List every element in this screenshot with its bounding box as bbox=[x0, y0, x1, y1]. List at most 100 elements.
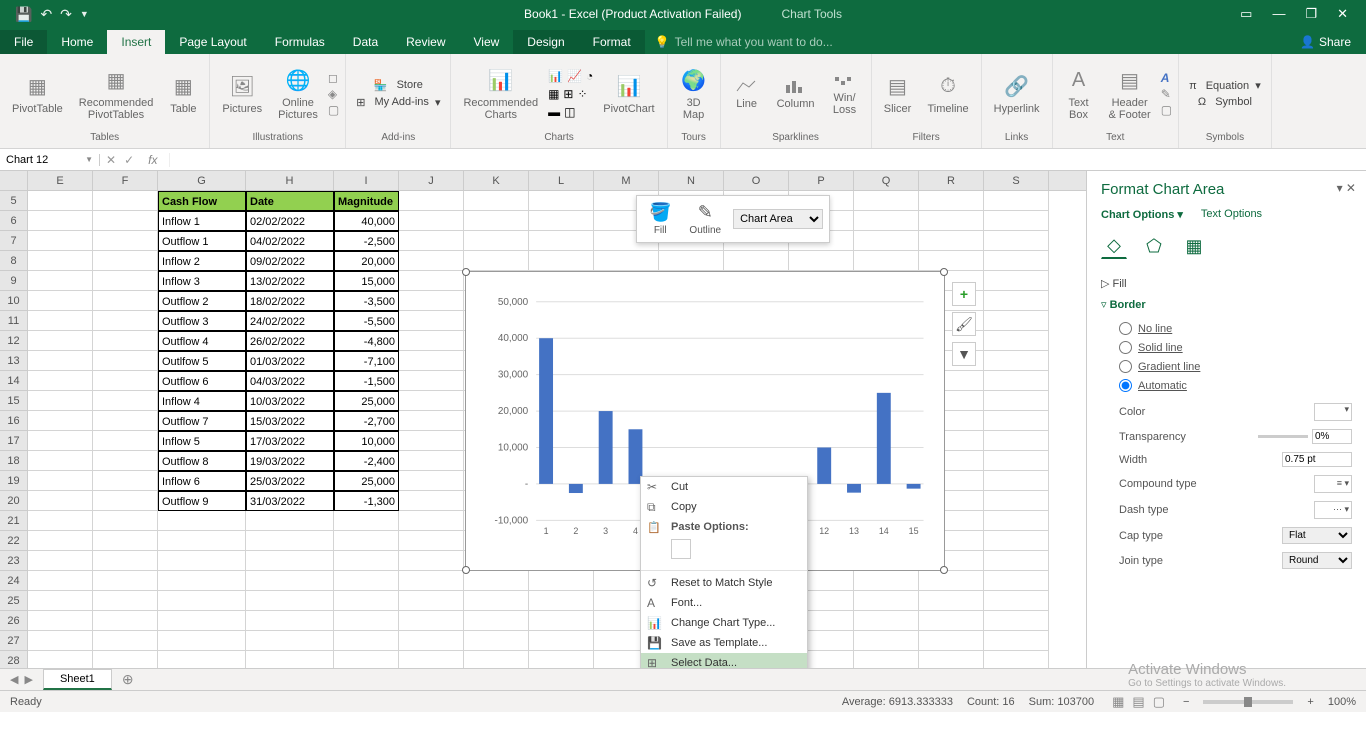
cell[interactable] bbox=[464, 591, 529, 611]
cell[interactable] bbox=[93, 211, 158, 231]
cell[interactable] bbox=[529, 651, 594, 668]
tab-insert[interactable]: Insert bbox=[107, 30, 165, 54]
cell[interactable] bbox=[246, 511, 334, 531]
cell[interactable]: 13/02/2022 bbox=[246, 271, 334, 291]
smartart-icon[interactable]: ◈ bbox=[328, 87, 339, 101]
cell[interactable] bbox=[854, 231, 919, 251]
cell[interactable]: Outflow 3 bbox=[158, 311, 246, 331]
tab-formulas[interactable]: Formulas bbox=[261, 30, 339, 54]
cell[interactable] bbox=[28, 271, 93, 291]
timeline-button[interactable]: ⏱Timeline bbox=[922, 70, 975, 117]
cell[interactable] bbox=[93, 411, 158, 431]
radio-solid-line[interactable]: Solid line bbox=[1119, 338, 1352, 357]
cell[interactable] bbox=[93, 331, 158, 351]
cell[interactable] bbox=[28, 211, 93, 231]
width-input[interactable] bbox=[1282, 452, 1352, 467]
cell[interactable]: -1,300 bbox=[334, 491, 399, 511]
cell[interactable] bbox=[93, 651, 158, 668]
cell[interactable] bbox=[659, 251, 724, 271]
cell[interactable] bbox=[334, 531, 399, 551]
cell[interactable] bbox=[984, 571, 1049, 591]
col-header-P[interactable]: P bbox=[789, 171, 854, 190]
cell[interactable] bbox=[158, 531, 246, 551]
cell[interactable] bbox=[854, 191, 919, 211]
resize-handle[interactable] bbox=[462, 566, 470, 574]
cell[interactable] bbox=[984, 611, 1049, 631]
cell[interactable] bbox=[28, 311, 93, 331]
cell[interactable] bbox=[984, 651, 1049, 668]
tab-review[interactable]: Review bbox=[392, 30, 459, 54]
col-header-O[interactable]: O bbox=[724, 171, 789, 190]
cell[interactable] bbox=[28, 191, 93, 211]
cell[interactable] bbox=[399, 611, 464, 631]
row-header-13[interactable]: 13 bbox=[0, 351, 28, 371]
cell[interactable] bbox=[28, 611, 93, 631]
cell[interactable]: 31/03/2022 bbox=[246, 491, 334, 511]
cell[interactable]: Inflow 3 bbox=[158, 271, 246, 291]
cell[interactable] bbox=[529, 191, 594, 211]
cell[interactable]: Outflow 4 bbox=[158, 331, 246, 351]
shapes-icon[interactable]: ◻ bbox=[328, 71, 339, 85]
cell[interactable] bbox=[464, 651, 529, 668]
cell[interactable]: 04/03/2022 bbox=[246, 371, 334, 391]
cell[interactable]: Inflow 1 bbox=[158, 211, 246, 231]
cell[interactable] bbox=[919, 631, 984, 651]
select-all-corner[interactable] bbox=[0, 171, 28, 190]
cell[interactable] bbox=[984, 331, 1049, 351]
cell[interactable] bbox=[158, 511, 246, 531]
cell[interactable] bbox=[399, 351, 464, 371]
cell[interactable] bbox=[246, 611, 334, 631]
pane-close-icon[interactable]: ▾ ✕ bbox=[1337, 181, 1356, 195]
cell[interactable] bbox=[464, 211, 529, 231]
cell[interactable] bbox=[93, 351, 158, 371]
cell[interactable] bbox=[334, 591, 399, 611]
cell[interactable] bbox=[334, 631, 399, 651]
zoom-out-icon[interactable]: − bbox=[1183, 696, 1189, 708]
resize-handle[interactable] bbox=[940, 268, 948, 276]
cell[interactable] bbox=[399, 451, 464, 471]
cell[interactable] bbox=[984, 371, 1049, 391]
cancel-formula-icon[interactable]: ✕ bbox=[106, 153, 116, 167]
cell[interactable] bbox=[984, 251, 1049, 271]
cell[interactable] bbox=[399, 531, 464, 551]
fill-section-header[interactable]: ▷ Fill bbox=[1101, 273, 1352, 294]
hyperlink-button[interactable]: 🔗Hyperlink bbox=[988, 70, 1046, 117]
sparkline-line-button[interactable]: Line bbox=[727, 75, 767, 112]
row-header-11[interactable]: 11 bbox=[0, 311, 28, 331]
cell[interactable]: Inflow 2 bbox=[158, 251, 246, 271]
tab-data[interactable]: Data bbox=[339, 30, 392, 54]
tab-format[interactable]: Format bbox=[579, 30, 645, 54]
pagebreak-view-icon[interactable]: ▢ bbox=[1149, 694, 1169, 709]
cell[interactable] bbox=[93, 291, 158, 311]
cell[interactable]: 25,000 bbox=[334, 471, 399, 491]
cell[interactable]: 10/03/2022 bbox=[246, 391, 334, 411]
sheet-nav-prev-icon[interactable]: ◀ bbox=[10, 673, 18, 686]
cell[interactable] bbox=[854, 611, 919, 631]
minimize-icon[interactable]: — bbox=[1272, 6, 1285, 22]
cell[interactable] bbox=[28, 591, 93, 611]
table-button[interactable]: ▦Table bbox=[163, 70, 203, 117]
cell[interactable]: Inflow 6 bbox=[158, 471, 246, 491]
cell[interactable]: -7,100 bbox=[334, 351, 399, 371]
cell[interactable] bbox=[984, 631, 1049, 651]
resize-handle[interactable] bbox=[940, 566, 948, 574]
row-header-27[interactable]: 27 bbox=[0, 631, 28, 651]
transparency-input[interactable] bbox=[1312, 429, 1352, 444]
dash-type-picker[interactable]: ⋯ ▾ bbox=[1314, 501, 1352, 519]
cell[interactable] bbox=[464, 231, 529, 251]
sigline-icon[interactable]: ✎ bbox=[1161, 87, 1172, 101]
maximize-icon[interactable]: ❐ bbox=[1305, 6, 1317, 22]
cell[interactable] bbox=[984, 191, 1049, 211]
cell[interactable] bbox=[594, 251, 659, 271]
cell[interactable]: Outflow 6 bbox=[158, 371, 246, 391]
cell[interactable] bbox=[529, 251, 594, 271]
tab-pagelayout[interactable]: Page Layout bbox=[165, 30, 260, 54]
pictures-button[interactable]: 🖼Pictures bbox=[216, 70, 268, 117]
cell[interactable]: Magnitude bbox=[334, 191, 399, 211]
cell[interactable] bbox=[984, 291, 1049, 311]
line-chart-icon[interactable]: 📈 bbox=[567, 69, 582, 83]
paste-option-icon[interactable] bbox=[671, 539, 691, 559]
chart-add-element-button[interactable]: + bbox=[952, 282, 976, 306]
cell[interactable]: Cash Flow bbox=[158, 191, 246, 211]
cell[interactable] bbox=[28, 251, 93, 271]
